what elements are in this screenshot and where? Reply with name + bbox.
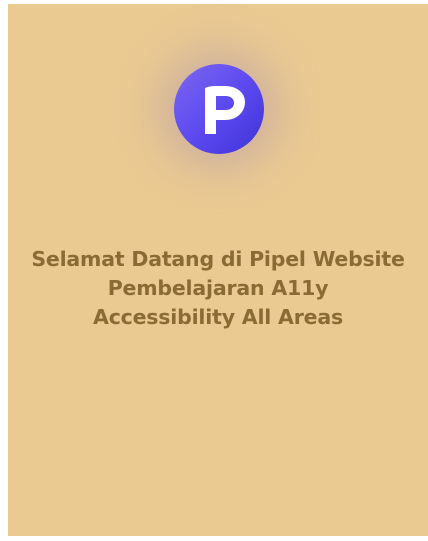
welcome-line-2: Pembelajaran A11y xyxy=(107,276,329,300)
splash-screen: Selamat Datang di Pipel Website Pembelaj… xyxy=(8,4,428,536)
p-glyph-icon xyxy=(205,86,245,134)
welcome-line-3: Accessibility All Areas xyxy=(93,305,343,329)
logo-container xyxy=(174,64,264,154)
pipel-logo-icon xyxy=(174,64,264,154)
welcome-heading: Selamat Datang di Pipel Website Pembelaj… xyxy=(8,245,428,332)
welcome-line-1: Selamat Datang di Pipel Website xyxy=(31,247,405,271)
